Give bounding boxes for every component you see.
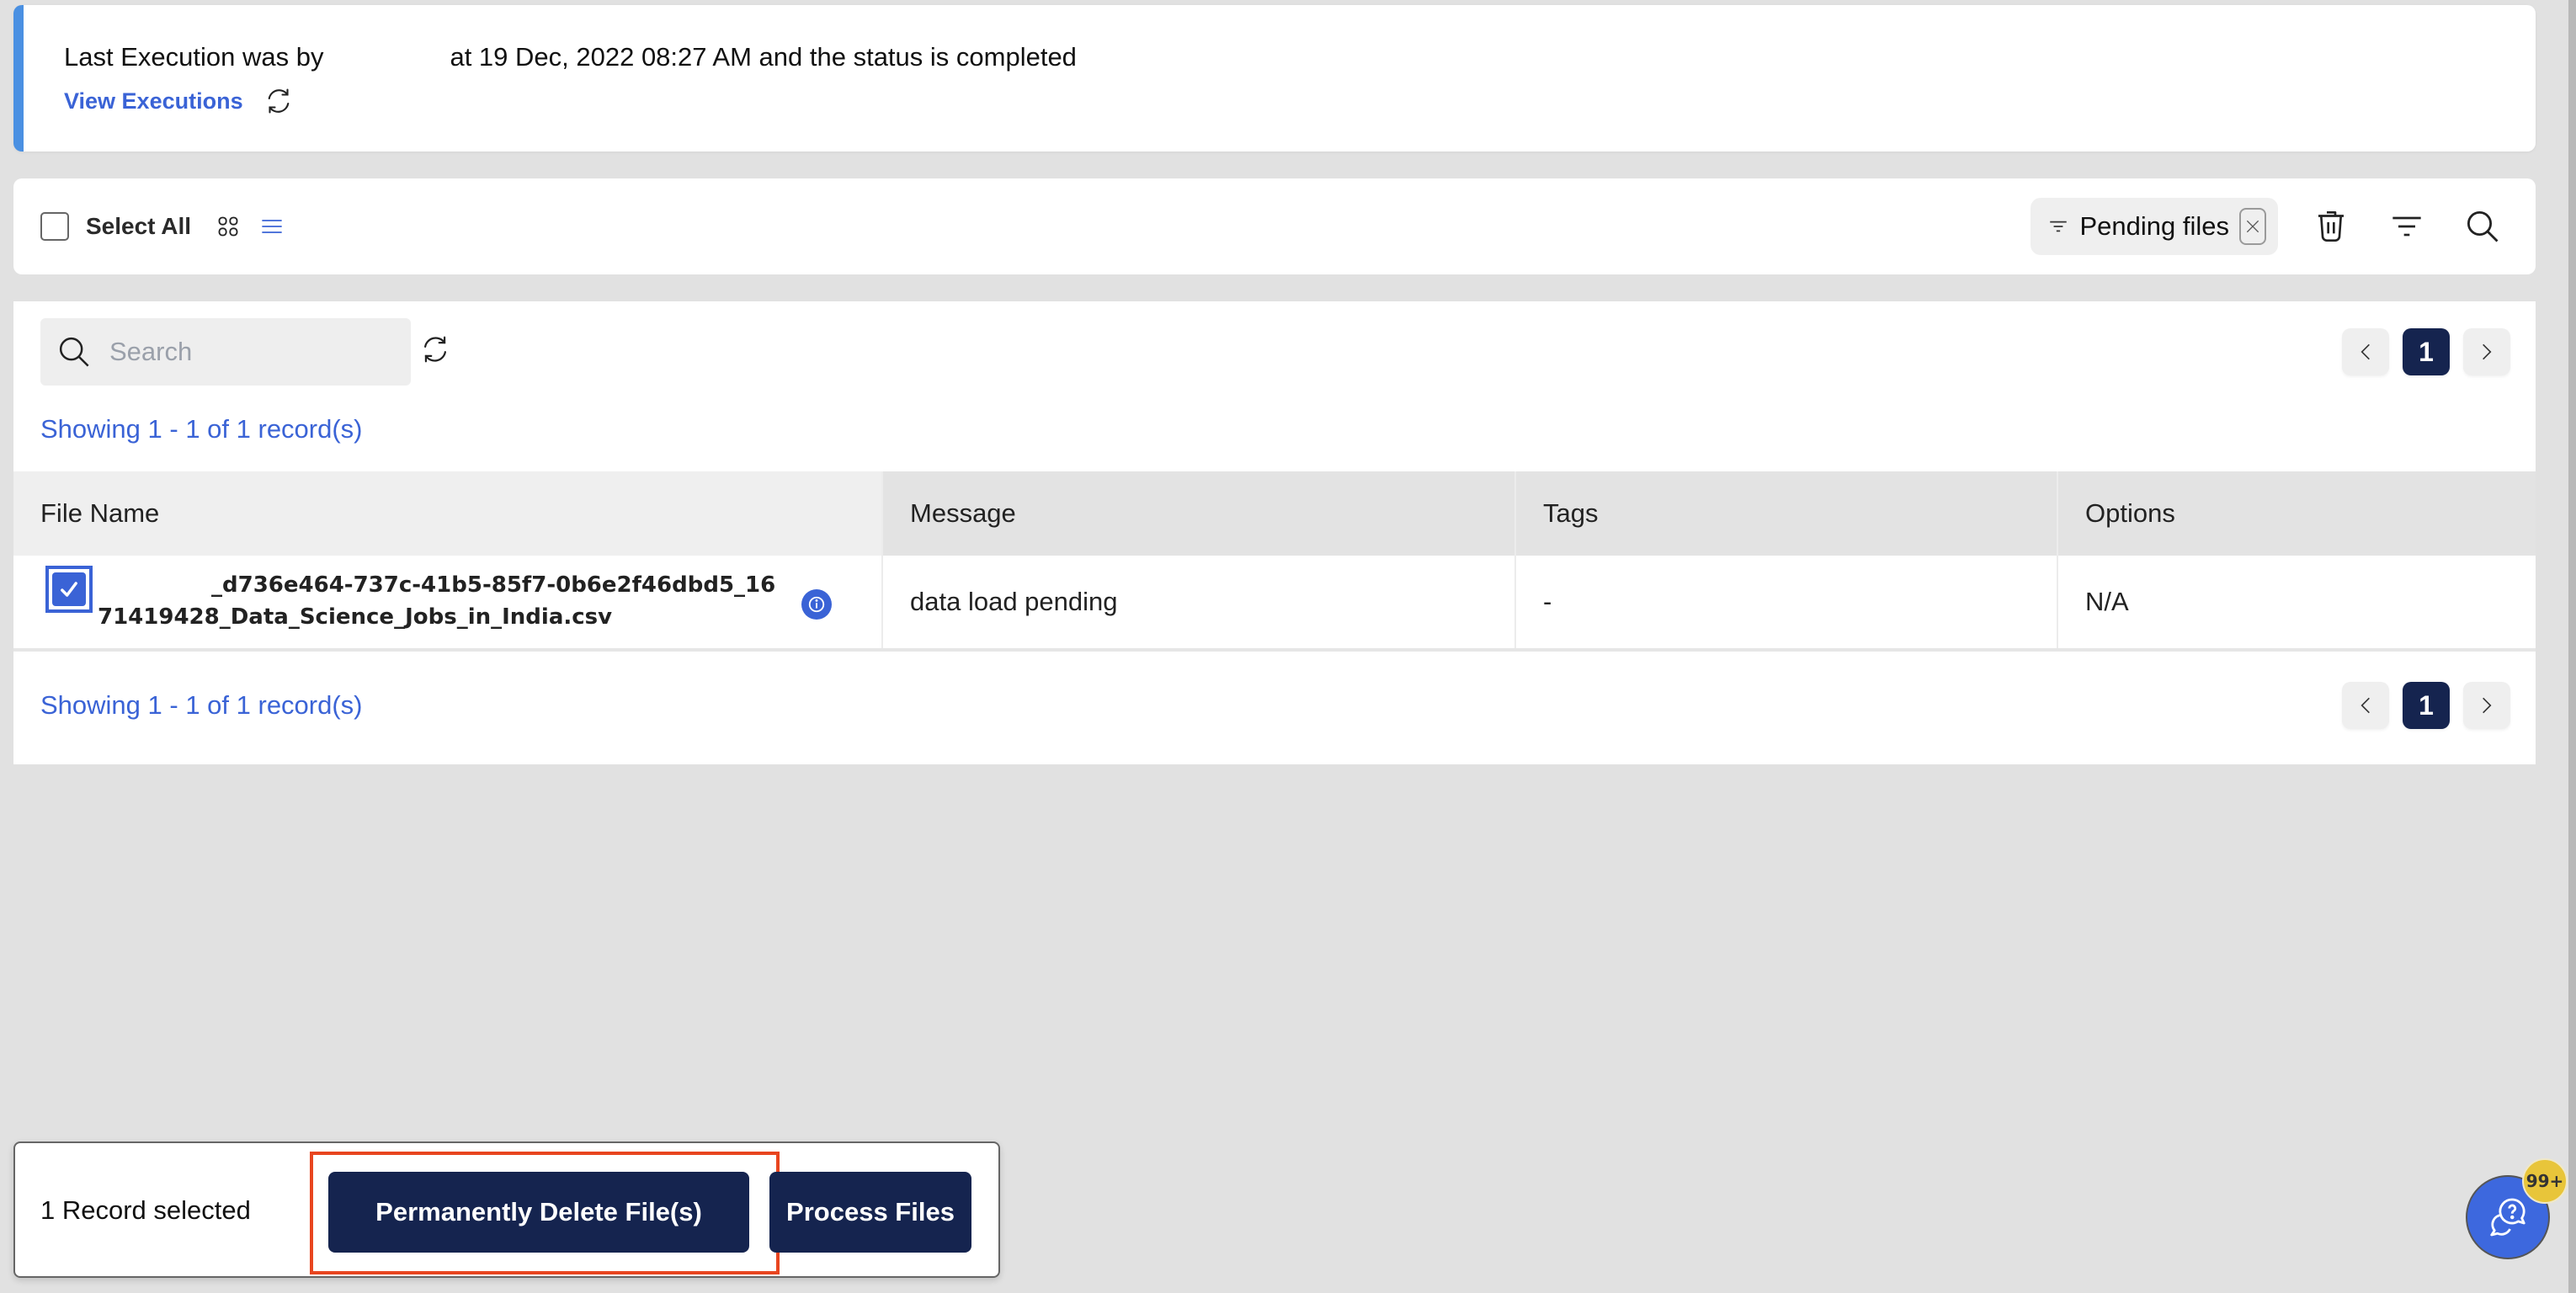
record-count-bottom: Showing 1 - 1 of 1 record(s) xyxy=(40,690,363,720)
options-cell: N/A xyxy=(2057,556,2536,652)
message-cell: data load pending xyxy=(881,556,1515,652)
process-files-button[interactable]: Process Files xyxy=(769,1172,971,1253)
search-input[interactable] xyxy=(109,337,379,367)
filter-small-icon xyxy=(2047,216,2069,237)
search-box[interactable] xyxy=(40,318,411,386)
prev-page-button[interactable] xyxy=(2342,682,2389,729)
selected-count: 1 Record selected xyxy=(40,1195,251,1225)
next-page-button[interactable] xyxy=(2463,328,2510,375)
page-1-button[interactable]: 1 xyxy=(2403,682,2450,729)
grid-view-icon[interactable] xyxy=(216,215,240,238)
execution-text-prefix: Last Execution was by xyxy=(64,42,324,72)
file-toolbar: Select All Pending files xyxy=(13,178,2536,274)
files-panel: 1 Showing 1 - 1 of 1 record(s) File Name… xyxy=(13,301,2536,764)
notification-badge: 99+ xyxy=(2522,1158,2568,1204)
prev-page-button[interactable] xyxy=(2342,328,2389,375)
permanently-delete-button[interactable]: Permanently Delete File(s) xyxy=(328,1172,749,1253)
select-all-label[interactable]: Select All xyxy=(86,213,191,240)
last-execution-text: Last Execution was by at 19 Dec, 2022 08:… xyxy=(64,42,1077,72)
table-header-row: File Name Message Tags Options xyxy=(13,471,2536,556)
file-name: _d736e464-737c-41b5-85f7-0b6e2f46dbd5_16… xyxy=(98,572,776,630)
column-header-file-name[interactable]: File Name xyxy=(13,471,882,556)
view-executions-link[interactable]: View Executions xyxy=(64,88,243,114)
remove-filter-button[interactable] xyxy=(2239,208,2266,245)
pagination-bottom: 1 xyxy=(2342,682,2510,729)
filter-chip-label: Pending files xyxy=(2079,211,2229,241)
selection-action-bar: 1 Record selected Permanently Delete Fil… xyxy=(13,1141,1000,1278)
refresh-list-icon[interactable] xyxy=(419,333,451,365)
column-header-message[interactable]: Message xyxy=(881,471,1515,556)
pending-files-filter-chip[interactable]: Pending files xyxy=(2030,198,2278,255)
record-count-top: Showing 1 - 1 of 1 record(s) xyxy=(40,414,363,444)
help-chat-icon xyxy=(2490,1198,2525,1237)
select-all-checkbox[interactable] xyxy=(40,212,69,241)
execution-text-suffix: at 19 Dec, 2022 08:27 AM and the status … xyxy=(450,42,1077,72)
search-icon[interactable] xyxy=(2460,204,2505,249)
table-row[interactable]: _d736e464-737c-41b5-85f7-0b6e2f46dbd5_16… xyxy=(13,556,2536,652)
search-input-icon xyxy=(57,335,91,369)
page-1-button[interactable]: 1 xyxy=(2403,328,2450,375)
page-scrollbar[interactable] xyxy=(2568,0,2576,1293)
files-table: File Name Message Tags Options _d736e464… xyxy=(13,471,2536,652)
info-icon[interactable] xyxy=(801,589,832,620)
pagination-top: 1 xyxy=(2342,328,2510,375)
next-page-button[interactable] xyxy=(2463,682,2510,729)
delete-icon[interactable] xyxy=(2308,204,2354,249)
filter-icon[interactable] xyxy=(2384,204,2430,249)
tags-cell: - xyxy=(1514,556,2057,652)
refresh-icon[interactable] xyxy=(263,86,294,116)
last-execution-banner: Last Execution was by at 19 Dec, 2022 08:… xyxy=(13,5,2536,152)
column-header-options[interactable]: Options xyxy=(2057,471,2536,556)
list-view-icon[interactable] xyxy=(260,215,284,238)
column-header-tags[interactable]: Tags xyxy=(1514,471,2057,556)
row-checkbox[interactable] xyxy=(45,566,93,613)
